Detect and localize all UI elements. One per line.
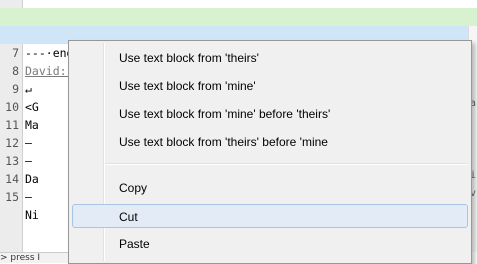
editor-line[interactable]: 37 ---·end·of·the·song·---: [0, 8, 477, 60]
menu-item-label: Use text block from 'mine': [119, 79, 256, 93]
menu-item-copy[interactable]: Copy: [72, 176, 468, 200]
menu-item-cut[interactable]: Cut: [72, 204, 468, 228]
line-text: Ni: [25, 208, 39, 222]
status-bar-text: > press I: [0, 252, 70, 263]
menu-item-use-theirs-before-mine[interactable]: Use text block from 'theirs' before 'min…: [72, 130, 468, 154]
menu-item-use-mine-before-theirs[interactable]: Use text block from 'mine' before 'their…: [72, 102, 468, 126]
menu-item-label: Use text block from 'theirs': [119, 51, 259, 65]
menu-item-label: Paste: [119, 237, 150, 251]
context-menu: Use text block from 'theirs' Use text bl…: [68, 40, 472, 264]
menu-item-label: Copy: [119, 181, 148, 195]
menu-separator: [105, 163, 467, 165]
menu-item-label: Use text block from 'mine' before 'their…: [119, 107, 331, 121]
menu-item-label: Use text block from 'theirs' before 'min…: [119, 135, 328, 149]
menu-item-use-theirs[interactable]: Use text block from 'theirs': [72, 46, 468, 70]
menu-item-paste[interactable]: Paste: [72, 232, 468, 256]
menu-item-use-mine[interactable]: Use text block from 'mine': [72, 74, 468, 98]
menu-item-label: Cut: [119, 210, 138, 224]
line-number: 15: [5, 190, 19, 204]
